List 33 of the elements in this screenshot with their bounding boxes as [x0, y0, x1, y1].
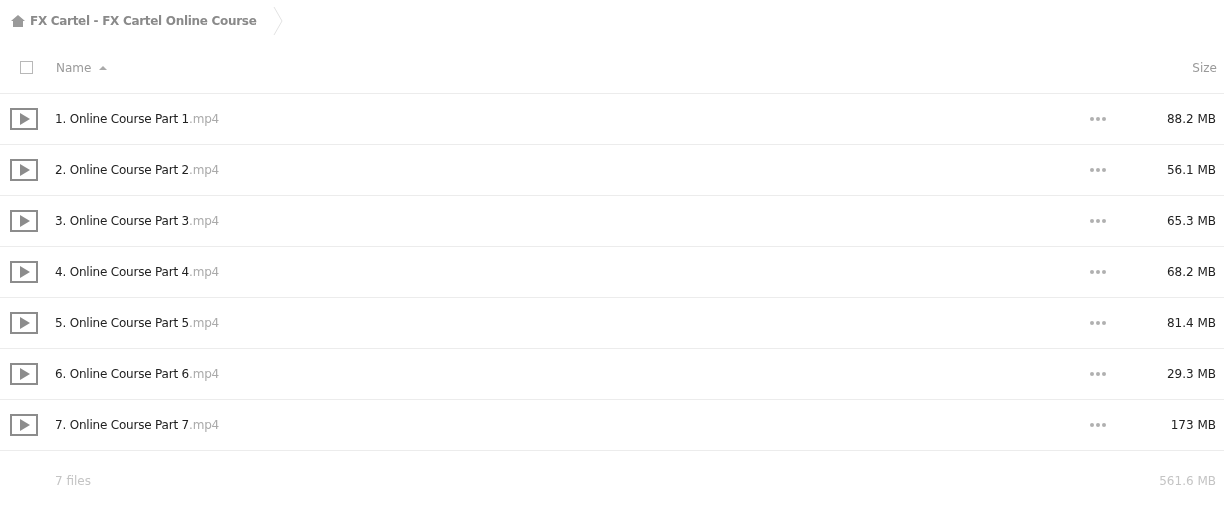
total-size: 561.6 MB [1159, 474, 1216, 488]
file-name[interactable]: 4. Online Course Part 4.mp4 [55, 265, 219, 279]
ellipsis-icon [1090, 321, 1106, 325]
file-size: 88.2 MB [1165, 112, 1216, 126]
chevron-icon [272, 6, 283, 36]
file-size: 65.3 MB [1165, 214, 1216, 228]
ellipsis-icon [1090, 270, 1106, 274]
video-file-icon [10, 414, 38, 436]
file-name[interactable]: 3. Online Course Part 3.mp4 [55, 214, 219, 228]
file-size: 173 MB [1169, 418, 1216, 432]
file-size: 29.3 MB [1165, 367, 1216, 381]
ellipsis-icon [1090, 372, 1106, 376]
video-file-icon [10, 261, 38, 283]
file-size: 68.2 MB [1165, 265, 1216, 279]
file-name[interactable]: 1. Online Course Part 1.mp4 [55, 112, 219, 126]
home-icon [10, 14, 26, 28]
select-all-checkbox[interactable] [20, 61, 33, 74]
video-file-icon [10, 363, 38, 385]
file-size: 81.4 MB [1165, 316, 1216, 330]
file-count: 7 files [55, 474, 91, 488]
file-name[interactable]: 5. Online Course Part 5.mp4 [55, 316, 219, 330]
file-name[interactable]: 2. Online Course Part 2.mp4 [55, 163, 219, 177]
file-name[interactable]: 6. Online Course Part 6.mp4 [55, 367, 219, 381]
video-file-icon [10, 210, 38, 232]
video-file-icon [10, 312, 38, 334]
file-size: 56.1 MB [1165, 163, 1216, 177]
ellipsis-icon [1090, 168, 1106, 172]
file-name[interactable]: 7. Online Course Part 7.mp4 [55, 418, 219, 432]
ellipsis-icon [1090, 117, 1106, 121]
ellipsis-icon [1090, 423, 1106, 427]
video-file-icon [10, 159, 38, 181]
ellipsis-icon [1090, 219, 1106, 223]
video-file-icon [10, 108, 38, 130]
